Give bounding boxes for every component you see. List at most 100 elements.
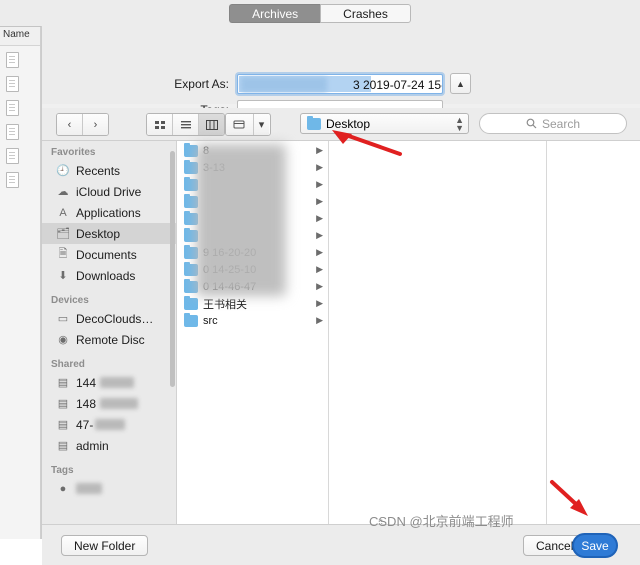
save-dialog-header: Export As: 3 2019-07-24 15-08-25 ▲ Tags:: [42, 26, 640, 120]
sidebar-item-label: Applications: [76, 205, 141, 220]
tab-crashes[interactable]: Crashes: [320, 3, 411, 23]
column-view-icon[interactable]: [199, 114, 224, 135]
folder-icon: [184, 159, 198, 174]
file-name: 王书相关: [203, 298, 247, 311]
folder-icon: [184, 227, 198, 242]
file-row[interactable]: ▶: [178, 227, 328, 244]
server-icon: ▤: [57, 398, 69, 410]
file-row[interactable]: 9 16-20-20 ▶: [178, 244, 328, 261]
arrow-to-location-popup: [332, 130, 402, 156]
window-tab-bar: Archives Crashes: [0, 0, 640, 27]
sidebar-item-remote-disc[interactable]: ◉ Remote Disc: [42, 329, 176, 350]
file-row[interactable]: 0 14-25-10 ▶: [178, 261, 328, 278]
view-mode-buttons: [146, 113, 225, 136]
chevron-right-icon[interactable]: ›: [83, 114, 108, 135]
background-file-icon: [6, 148, 19, 164]
background-file-icon: [6, 100, 19, 116]
watermark-text: CSDN @北京前端工程师: [369, 514, 514, 529]
folder-icon: [184, 210, 198, 225]
folder-icon: [184, 176, 198, 191]
sidebar-item-recents[interactable]: 🕘 Recents: [42, 160, 176, 181]
sidebar-item-documents[interactable]: 🗎 Documents: [42, 244, 176, 265]
sidebar-item-shared-47[interactable]: ▤ 47-: [42, 414, 176, 435]
file-name: 9 16-20-20: [203, 246, 257, 259]
file-name: 8: [203, 144, 210, 157]
sidebar-item-label: Desktop: [76, 226, 121, 241]
chevron-right-icon: ▶: [316, 179, 323, 189]
sidebar-item-desktop[interactable]: 🗂 Desktop: [42, 223, 176, 244]
sidebar-item-shared-admin[interactable]: ▤ admin: [42, 435, 176, 456]
sidebar-item-label: Remote Disc: [76, 332, 145, 347]
export-as-input[interactable]: 3 2019-07-24 15-08-25: [237, 73, 443, 94]
file-row[interactable]: ▶: [178, 210, 328, 227]
grid-view-glyph: [154, 120, 165, 129]
new-folder-button[interactable]: New Folder: [61, 535, 149, 556]
save-button[interactable]: Save: [572, 533, 618, 558]
search-placeholder: Search: [541, 116, 581, 131]
sidebar-scrollbar[interactable]: [170, 151, 175, 387]
file-browser: Favorites 🕘 Recents ☁ iCloud Drive A App…: [42, 140, 640, 525]
sidebar-item-label: Recents: [76, 163, 121, 178]
action-gear-icon[interactable]: [226, 114, 254, 135]
chevron-right-icon: ▶: [316, 247, 323, 257]
grid-view-icon[interactable]: [147, 114, 173, 135]
background-file-icon: [6, 52, 19, 68]
up-down-chevron-icon[interactable]: ▲ ▼: [455, 115, 464, 132]
sidebar-item-shared-144[interactable]: ▤ 144: [42, 372, 176, 393]
file-row[interactable]: 王书相关 ▶: [178, 295, 328, 312]
browser-column-1: 8 ▶ 3-13 ▶ ▶ ▶ ▶ ▶ 9 16-20-20 ▶ 0 14-25-…: [178, 141, 329, 524]
file-row[interactable]: 3-13 ▶: [178, 159, 328, 176]
sidebar-section-favorites: Favorites: [51, 147, 96, 158]
laptop-icon: ▭: [57, 313, 69, 325]
action-menu-button[interactable]: ▾: [225, 113, 271, 136]
chevron-left-icon[interactable]: ‹: [57, 114, 83, 135]
search-input[interactable]: Search: [479, 113, 627, 134]
browser-column-2[interactable]: [330, 141, 547, 524]
sidebar-item-applications[interactable]: A Applications: [42, 202, 176, 223]
file-row[interactable]: ▶: [178, 193, 328, 210]
file-row[interactable]: 0 14-46-47 ▶: [178, 278, 328, 295]
arrow-to-save-button: [550, 480, 588, 516]
sidebar-item-label: DecoClouds…: [76, 311, 154, 326]
navigation-buttons: ‹ ›: [56, 113, 109, 136]
file-row[interactable]: ▶: [178, 176, 328, 193]
sidebar-section-tags: Tags: [51, 465, 74, 476]
sidebar-item-label: Downloads: [76, 268, 136, 283]
folder-icon: [307, 115, 321, 130]
tab-archives[interactable]: Archives: [229, 3, 321, 23]
documents-folder-icon: 🗎: [58, 248, 68, 260]
redacted-text: [95, 419, 126, 430]
chevron-right-icon: ▶: [316, 315, 323, 325]
file-row[interactable]: 8 ▶: [178, 142, 328, 159]
clock-icon: 🕘: [56, 165, 70, 177]
chevron-down-icon[interactable]: ▾: [254, 114, 269, 135]
search-icon: [526, 118, 537, 129]
sidebar-item-label: 148: [76, 396, 97, 411]
sidebar-item-downloads[interactable]: ⬇ Downloads: [42, 265, 176, 286]
file-row[interactable]: src ▶: [178, 312, 328, 329]
sidebar-item-tag[interactable]: ●: [42, 478, 176, 499]
sidebar-section-shared: Shared: [51, 359, 85, 370]
folder-icon: [184, 278, 198, 293]
folder-icon: [184, 261, 198, 276]
sidebar-item-icloud-drive[interactable]: ☁ iCloud Drive: [42, 181, 176, 202]
list-view-icon[interactable]: [173, 114, 199, 135]
chevron-right-icon: ▶: [316, 230, 323, 240]
redacted-text: [100, 377, 135, 388]
save-dialog-sheet: Export As: 3 2019-07-24 15-08-25 ▲ Tags:…: [41, 26, 640, 565]
background-file-icon: [6, 76, 19, 92]
sidebar-item-decoclouds[interactable]: ▭ DecoClouds…: [42, 308, 176, 329]
export-as-value: 3 2019-07-24 15-08-25: [353, 77, 442, 92]
file-name: 3-13: [203, 161, 226, 174]
save-dialog-footer: New Folder Cancel Save: [42, 525, 640, 565]
sidebar-item-shared-148[interactable]: ▤ 148: [42, 393, 176, 414]
folder-icon: [184, 244, 198, 259]
sidebar: Favorites 🕘 Recents ☁ iCloud Drive A App…: [42, 141, 177, 524]
chevron-right-icon: ▶: [316, 264, 323, 274]
chevron-up-icon[interactable]: ▲: [450, 73, 471, 94]
chevron-right-icon: ▶: [316, 298, 323, 308]
browser-column-3[interactable]: [548, 141, 640, 524]
applications-icon: A: [59, 206, 67, 219]
file-name: src: [203, 314, 218, 327]
export-as-label: Export As:: [174, 76, 229, 91]
